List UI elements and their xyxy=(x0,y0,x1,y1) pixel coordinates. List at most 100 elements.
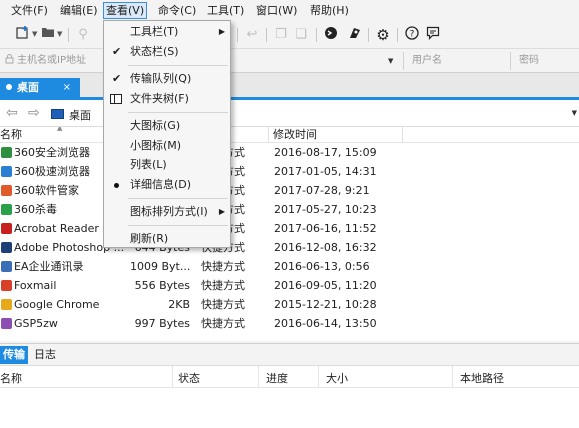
settings-icon[interactable]: ⚙ xyxy=(374,26,392,44)
menu-separator xyxy=(128,112,228,113)
tab-log[interactable]: 日志 xyxy=(31,346,59,364)
back-arrow-icon[interactable]: ⇦ xyxy=(6,105,18,121)
sort-ascending-icon: ▲ xyxy=(57,127,63,132)
session-tab-strip: 桌面 × xyxy=(0,72,579,100)
view-menu-item[interactable]: 小图标(M) xyxy=(104,136,230,156)
column-divider xyxy=(268,127,269,143)
table-row[interactable]: Acrobat Reader D快捷方式2017-06-16, 11:52 xyxy=(0,219,579,238)
view-menu-item-label: 工具栏(T) xyxy=(130,25,179,38)
transfer-column-local-path[interactable]: 本地路径 xyxy=(460,370,504,386)
password-input[interactable]: 密码 xyxy=(519,52,539,70)
view-menu-item[interactable]: 图标排列方式(I) ▶ xyxy=(104,202,230,222)
view-menu-item[interactable]: ✔ 状态栏(S) xyxy=(104,42,230,62)
transfer-column-status[interactable]: 状态 xyxy=(178,370,200,386)
feedback-icon[interactable] xyxy=(424,26,442,44)
tab-status-dot-icon xyxy=(6,84,12,90)
svg-text:?: ? xyxy=(410,30,415,40)
path-dropdown-icon[interactable]: ▼ xyxy=(572,109,577,117)
toolbar-divider xyxy=(237,28,238,42)
desktop-monitor-icon xyxy=(51,109,64,119)
transfer-column-progress[interactable]: 进度 xyxy=(266,370,288,386)
menu-help[interactable]: 帮助(H) xyxy=(308,2,351,19)
tab-desktop[interactable]: 桌面 × xyxy=(0,78,80,98)
submenu-arrow-icon: ▶ xyxy=(218,27,225,36)
menu-window[interactable]: 窗口(W) xyxy=(254,2,299,19)
column-header-name[interactable]: 名称 xyxy=(0,127,22,143)
transfer-column-name[interactable]: 名称 xyxy=(0,370,22,386)
shortcut-file-icon xyxy=(1,318,12,329)
column-header-modified[interactable]: 修改时间 xyxy=(273,127,317,143)
file-type-cell: 快捷方式 xyxy=(201,298,245,311)
view-menu-item[interactable]: 刷新(R) xyxy=(104,229,230,249)
column-divider xyxy=(452,366,453,388)
help-icon[interactable]: ? xyxy=(403,26,421,44)
link-icon[interactable]: ⚲ xyxy=(74,26,92,44)
file-name-cell: EA企业通讯录 xyxy=(14,260,84,273)
path-bar: ⇦ ⇨ 桌面 ▼ xyxy=(0,100,579,127)
file-modified-cell: 2017-05-27, 10:23 xyxy=(274,203,377,216)
menu-tools[interactable]: 工具(T) xyxy=(205,2,246,19)
file-type-cell: 快捷方式 xyxy=(201,260,245,273)
menu-edit[interactable]: 编辑(E) xyxy=(58,2,100,19)
file-type-cell: 快捷方式 xyxy=(201,317,245,330)
table-row[interactable]: EA企业通讯录 1009 Byt... 快捷方式 2016-06-13, 0:56 xyxy=(0,257,579,276)
file-modified-cell: 2016-06-14, 13:50 xyxy=(274,317,377,330)
tab-close-icon[interactable]: × xyxy=(63,78,71,98)
shortcut-file-icon xyxy=(1,242,12,253)
host-dropdown-icon[interactable]: ▼ xyxy=(388,52,393,70)
submenu-arrow-icon: ▶ xyxy=(218,207,225,216)
field-divider xyxy=(403,52,404,70)
view-menu-item-label: 图标排列方式(I) xyxy=(130,205,208,218)
open-folder-icon[interactable] xyxy=(39,26,57,44)
table-row[interactable]: 360安全浏览器快捷方式2016-08-17, 15:09 xyxy=(0,143,579,162)
table-row[interactable]: Google Chrome 2KB 快捷方式 2015-12-21, 10:28 xyxy=(0,295,579,314)
tab-transfer[interactable]: 传输 xyxy=(0,346,28,364)
toolbar-divider xyxy=(316,28,317,42)
sync-icon[interactable] xyxy=(346,26,364,44)
toolbar-divider xyxy=(68,28,69,42)
username-input[interactable]: 用户名 xyxy=(412,52,442,70)
menu-command[interactable]: 命令(C) xyxy=(156,2,198,19)
toolbar-divider xyxy=(397,28,398,42)
view-menu-item[interactable]: 列表(L) xyxy=(104,155,230,175)
forward-arrow-icon[interactable]: ⇨ xyxy=(28,105,40,121)
copy-icon[interactable]: ❐ xyxy=(272,26,290,44)
table-row[interactable]: Adobe Photoshop ...644 Bytes快捷方式2016-12-… xyxy=(0,238,579,257)
view-menu-item-label: 刷新(R) xyxy=(130,232,169,245)
file-modified-cell: 2017-07-28, 9:21 xyxy=(274,184,370,197)
menu-file[interactable]: 文件(F) xyxy=(9,2,50,19)
view-menu-item[interactable]: 文件夹树(F) xyxy=(104,89,230,109)
file-modified-cell: 2016-06-13, 0:56 xyxy=(274,260,370,273)
shortcut-file-icon xyxy=(1,147,12,158)
path-label[interactable]: 桌面 xyxy=(69,107,91,123)
radio-bullet-icon xyxy=(114,183,119,188)
view-menu-dropdown: 工具栏(T) ▶ ✔ 状态栏(S) ✔ 传输队列(Q) 文件夹树(F) 大图标(G) 小图标(M… xyxy=(103,20,231,248)
view-menu-item-label: 大图标(G) xyxy=(130,119,181,132)
table-row[interactable]: GSP5zw 997 Bytes 快捷方式 2016-06-14, 13:50 xyxy=(0,314,579,333)
table-row[interactable]: 360杀毒快捷方式2017-05-27, 10:23 xyxy=(0,200,579,219)
column-divider xyxy=(318,366,319,388)
file-size-cell: 997 Bytes xyxy=(134,317,190,330)
transfer-column-size[interactable]: 大小 xyxy=(326,370,348,386)
new-connection-icon[interactable] xyxy=(14,26,32,44)
shortcut-file-icon xyxy=(1,299,12,310)
view-menu-item[interactable]: 工具栏(T) ▶ xyxy=(104,22,230,42)
shortcut-file-icon xyxy=(1,261,12,272)
view-menu-item[interactable]: 大图标(G) xyxy=(104,116,230,136)
table-row[interactable]: 360极速浏览器快捷方式2017-01-05, 14:31 xyxy=(0,162,579,181)
column-divider xyxy=(402,127,403,143)
menu-view[interactable]: 查看(V) xyxy=(103,2,148,19)
shortcut-file-icon xyxy=(1,185,12,196)
view-menu-item[interactable]: ✔ 传输队列(Q) xyxy=(104,69,230,89)
host-input[interactable]: 主机名或IP地址 xyxy=(17,52,103,70)
new-connection-dropdown-icon[interactable]: ▼ xyxy=(32,30,37,38)
shell-icon[interactable] xyxy=(322,26,340,44)
paste-icon[interactable]: ❏ xyxy=(292,26,310,44)
file-modified-cell: 2017-06-16, 11:52 xyxy=(274,222,377,235)
table-row[interactable]: 360软件管家快捷方式2017-07-28, 9:21 xyxy=(0,181,579,200)
undo-icon[interactable]: ↩ xyxy=(243,26,261,44)
table-row[interactable]: Foxmail 556 Bytes 快捷方式 2016-09-05, 11:20 xyxy=(0,276,579,295)
view-menu-item[interactable]: 详细信息(D) xyxy=(104,175,230,195)
column-divider xyxy=(172,366,173,388)
open-folder-dropdown-icon[interactable]: ▼ xyxy=(57,30,62,38)
